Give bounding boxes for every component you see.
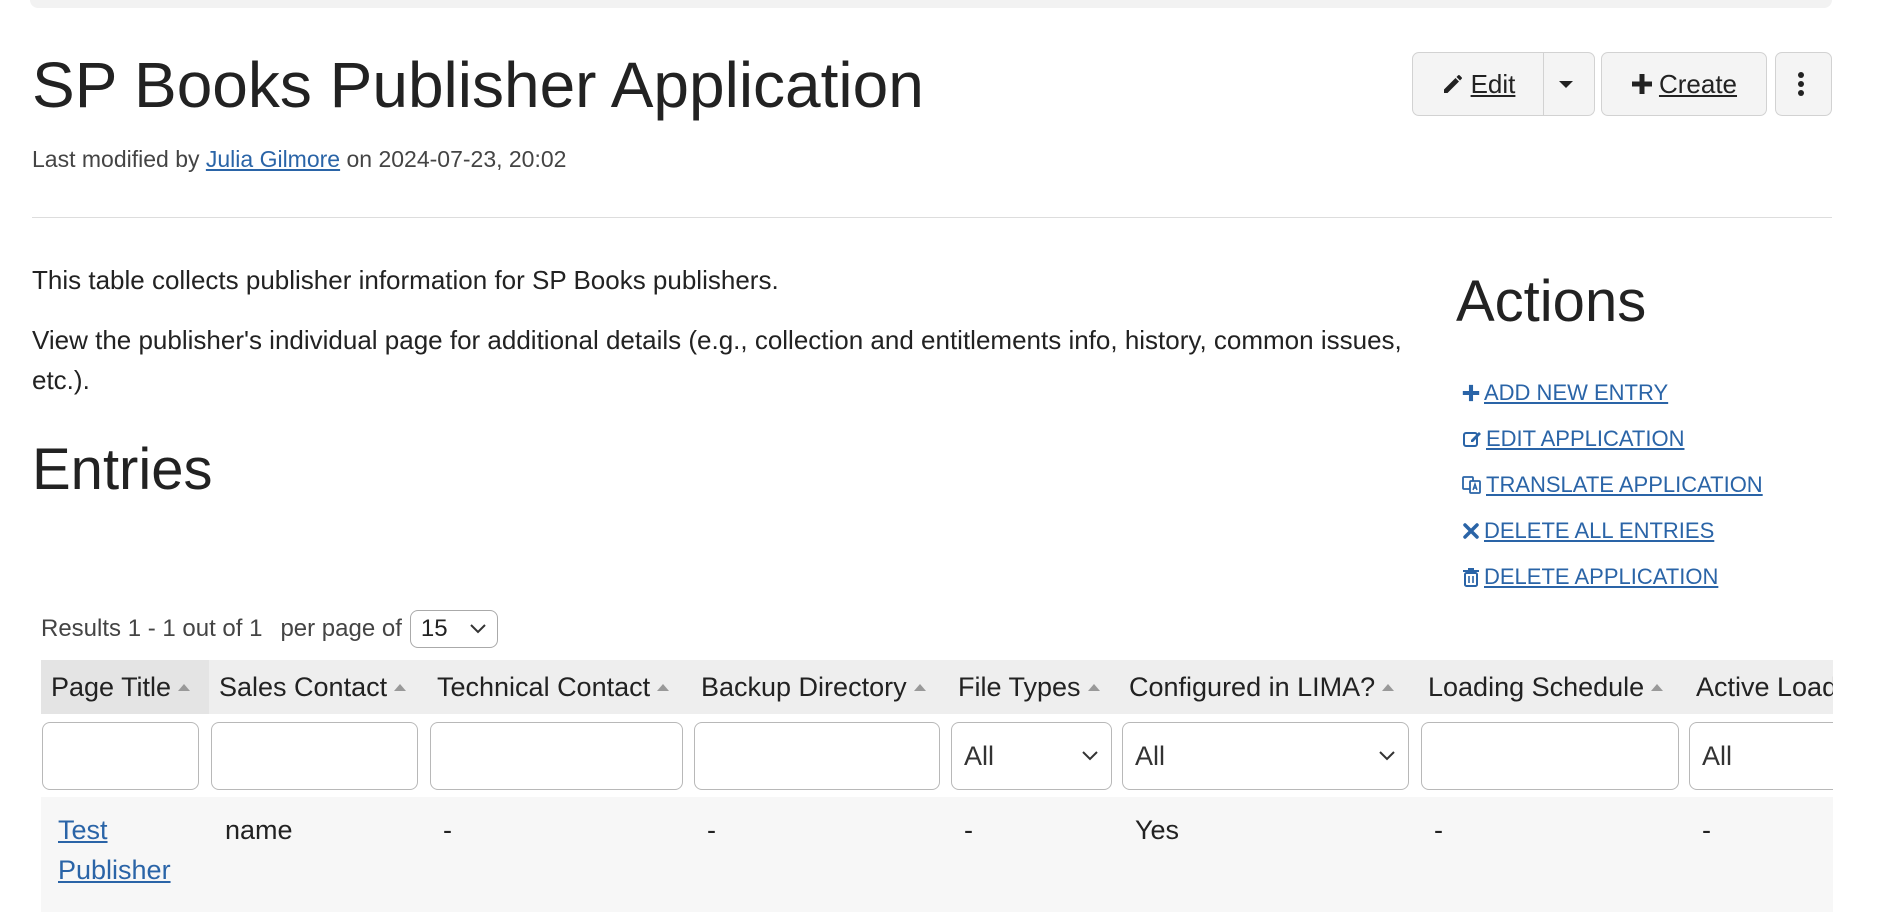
column-header-file-types[interactable]: File Types bbox=[948, 660, 1119, 714]
trash-icon bbox=[1463, 568, 1479, 587]
sort-icon bbox=[913, 684, 926, 691]
table-row bbox=[41, 797, 1871, 912]
actions-heading: Actions bbox=[1456, 269, 1647, 334]
description-line-1: This table collects publisher informatio… bbox=[32, 265, 779, 295]
chevron-down-icon bbox=[470, 624, 486, 634]
plus-icon bbox=[1462, 384, 1480, 402]
filter-value: All bbox=[964, 740, 995, 771]
filter-technical-contact-input[interactable] bbox=[430, 722, 683, 790]
action-label: TRANSLATE APPLICATION bbox=[1486, 472, 1763, 497]
action-translate-application[interactable]: TRANSLATE APPLICATION bbox=[1462, 462, 1763, 508]
sort-icon bbox=[1087, 684, 1100, 691]
column-header-label: Technical Contact bbox=[437, 671, 651, 702]
modified-user-link[interactable]: Julia Gilmore bbox=[206, 146, 340, 172]
page: SP Books Publisher Application Last modi… bbox=[32, 0, 1871, 912]
vertical-ellipsis-icon bbox=[1797, 72, 1804, 96]
description-line-2: View the publisher's individual page for… bbox=[32, 325, 1402, 395]
more-actions-button[interactable] bbox=[1775, 52, 1832, 116]
chevron-down-icon bbox=[1379, 751, 1395, 761]
sort-icon bbox=[178, 684, 191, 691]
modified-suffix: on 2024-07-23, 20:02 bbox=[340, 146, 567, 172]
edit-icon bbox=[1463, 432, 1481, 447]
column-header-label: Loading Schedule bbox=[1428, 671, 1645, 702]
edit-label: Edit bbox=[1470, 68, 1516, 99]
edit-dropdown-button[interactable] bbox=[1543, 52, 1595, 116]
per-page-select[interactable]: 15 bbox=[409, 610, 498, 648]
sort-icon bbox=[1651, 684, 1664, 691]
action-add-new-entry[interactable]: ADD NEW ENTRY bbox=[1462, 370, 1763, 416]
action-delete-all-entries[interactable]: DELETE ALL ENTRIES bbox=[1462, 508, 1763, 554]
sort-icon bbox=[1382, 684, 1395, 691]
action-label: DELETE ALL ENTRIES bbox=[1484, 518, 1715, 543]
cell-sales-contact: name bbox=[225, 815, 293, 845]
header-divider bbox=[32, 217, 1832, 218]
cell-active-loading: - bbox=[1702, 815, 1711, 845]
sort-icon bbox=[394, 684, 407, 691]
cell-page-title: Test Publisher bbox=[58, 810, 198, 890]
filter-sales-contact-input[interactable] bbox=[211, 722, 418, 790]
actions-list: ADD NEW ENTRY EDIT APPLICATION TRANSLATE… bbox=[1462, 370, 1763, 600]
filter-value: All bbox=[1702, 740, 1733, 771]
sort-icon bbox=[657, 684, 670, 691]
filter-backup-directory-input[interactable] bbox=[694, 722, 940, 790]
page-right-margin bbox=[1833, 650, 1904, 912]
translate-icon bbox=[1462, 476, 1481, 494]
cell-file-types: - bbox=[964, 815, 973, 845]
entries-table: Page Title Sales Contact Technical Conta… bbox=[41, 660, 1871, 912]
x-icon bbox=[1463, 523, 1479, 539]
column-header-label: Configured in LIMA? bbox=[1129, 671, 1376, 702]
cell-backup-directory: - bbox=[707, 815, 716, 845]
action-label: ADD NEW ENTRY bbox=[1484, 380, 1669, 405]
cell-technical-contact: - bbox=[443, 815, 452, 845]
page-title: SP Books Publisher Application bbox=[32, 49, 924, 121]
column-header-label: Page Title bbox=[51, 671, 172, 702]
chevron-down-icon bbox=[1082, 751, 1098, 761]
column-header-configured-in-lima[interactable]: Configured in LIMA? bbox=[1119, 660, 1418, 714]
action-edit-application[interactable]: EDIT APPLICATION bbox=[1462, 416, 1763, 462]
column-header-backup-directory[interactable]: Backup Directory bbox=[691, 660, 948, 714]
edit-button[interactable]: Edit bbox=[1412, 52, 1544, 116]
filter-configured-in-lima-select[interactable]: All bbox=[1122, 722, 1409, 790]
per-page-value: 15 bbox=[420, 615, 448, 642]
filter-loading-schedule-input[interactable] bbox=[1421, 722, 1679, 790]
last-modified: Last modified by Julia Gilmore on 2024-0… bbox=[32, 146, 566, 173]
pencil-icon bbox=[1443, 75, 1462, 93]
entries-heading: Entries bbox=[32, 437, 213, 502]
action-delete-application[interactable]: DELETE APPLICATION bbox=[1462, 554, 1763, 600]
per-page-label: per page of bbox=[280, 615, 402, 642]
filter-value: All bbox=[1135, 740, 1166, 771]
filter-page-title-input[interactable] bbox=[42, 722, 199, 790]
column-header-label: File Types bbox=[958, 671, 1081, 702]
cell-loading-schedule: - bbox=[1434, 815, 1443, 845]
action-label: DELETE APPLICATION bbox=[1484, 564, 1719, 589]
publisher-link[interactable]: Test Publisher bbox=[58, 815, 171, 885]
results-bar: Results 1 - 1 out of 1 per page of 15 bbox=[41, 610, 498, 648]
create-button[interactable]: Create bbox=[1601, 52, 1767, 116]
plus-icon bbox=[1631, 74, 1652, 94]
column-header-label: Sales Contact bbox=[219, 671, 388, 702]
column-header-loading-schedule[interactable]: Loading Schedule bbox=[1418, 660, 1686, 714]
action-label: EDIT APPLICATION bbox=[1486, 426, 1685, 451]
caret-down-icon bbox=[1559, 81, 1573, 88]
create-label: Create bbox=[1658, 68, 1738, 99]
cell-configured-in-lima: Yes bbox=[1135, 815, 1180, 845]
column-header-page-title[interactable]: Page Title bbox=[41, 660, 209, 714]
results-count: Results 1 - 1 out of 1 bbox=[41, 615, 263, 642]
column-header-label: Backup Directory bbox=[701, 671, 907, 702]
filter-file-types-select[interactable]: All bbox=[951, 722, 1112, 790]
modified-prefix: Last modified by bbox=[32, 146, 206, 172]
column-header-sales-contact[interactable]: Sales Contact bbox=[209, 660, 427, 714]
column-header-technical-contact[interactable]: Technical Contact bbox=[427, 660, 691, 714]
